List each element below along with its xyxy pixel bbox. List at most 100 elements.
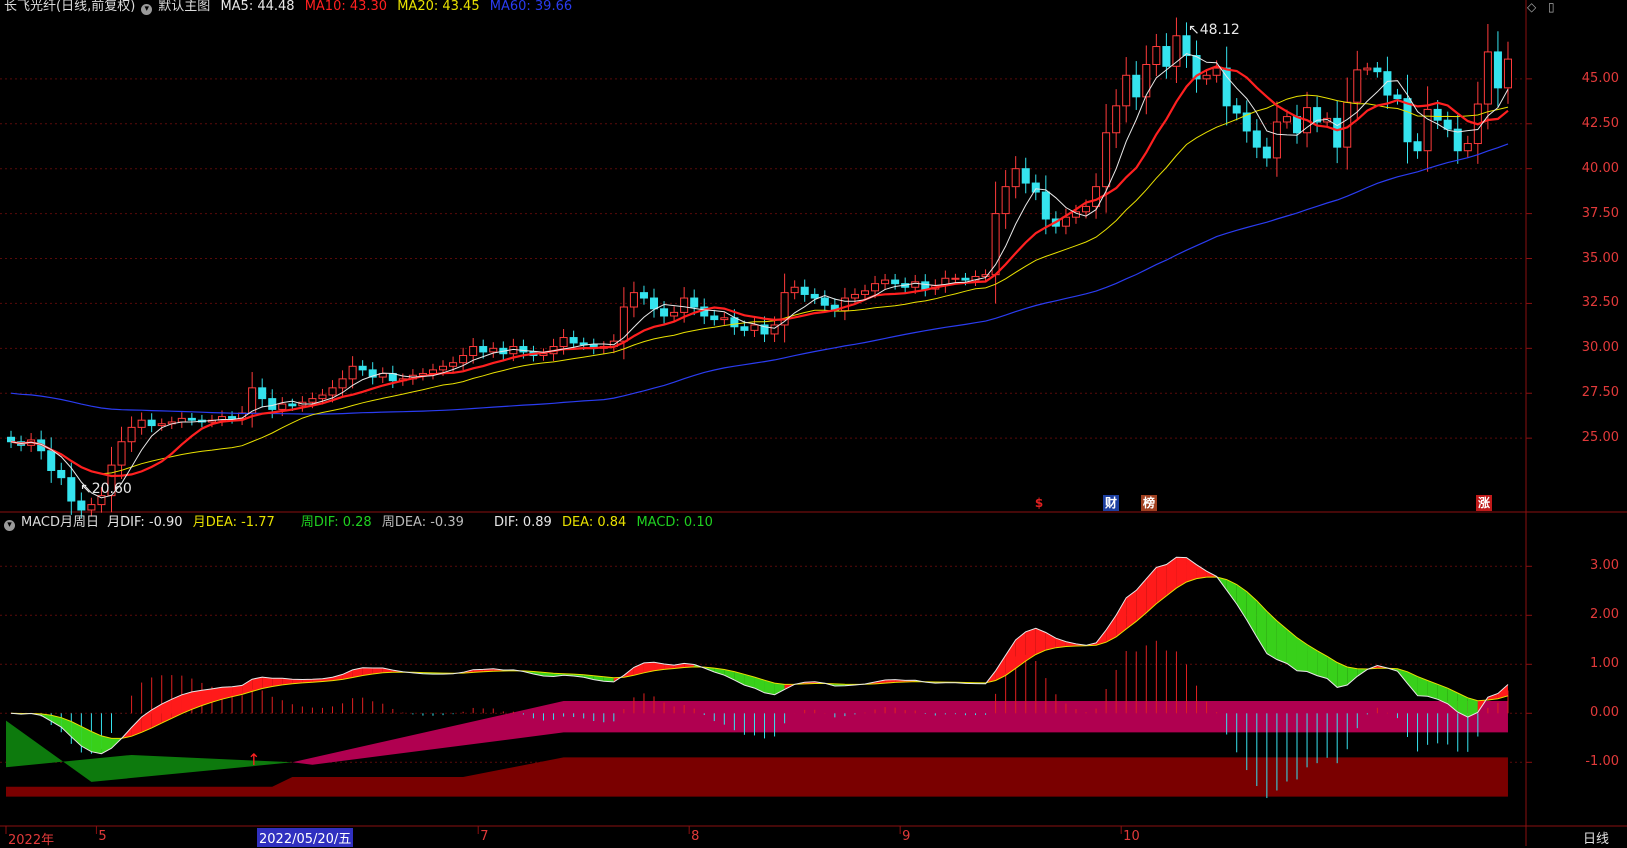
candle-body <box>1262 146 1271 159</box>
candle-body <box>1292 116 1302 134</box>
candle-body <box>258 387 267 400</box>
macd-ribbon <box>1296 637 1308 672</box>
window-icon[interactable]: ▯ <box>1548 0 1555 14</box>
chevron-down-icon[interactable]: ▾ <box>141 4 153 15</box>
candle-body <box>1413 141 1422 152</box>
macd-ribbon <box>1196 564 1207 579</box>
date-tick-label: 7 <box>480 829 489 844</box>
candle-body <box>47 450 56 471</box>
month-dea-label: 月DEA: -1.77 <box>192 515 275 530</box>
event-marker-ranking[interactable]: 榜 <box>1141 495 1157 511</box>
price-header: 长飞光纤(日线,前复权) ▾ 默认主图 MA5: 44.48 MA10: 43.30… <box>4 0 578 16</box>
candle-body <box>1031 182 1040 193</box>
chart-canvas[interactable]: ↑ <box>0 0 1627 846</box>
macd-ribbon <box>774 683 785 695</box>
candle-body <box>1433 108 1442 121</box>
diamond-icon[interactable]: ◇ <box>1527 0 1536 14</box>
macd-value-label: MACD: 0.10 <box>636 515 713 530</box>
candle-body <box>660 308 669 317</box>
candle-body <box>1162 46 1171 67</box>
high-value: 48.12 <box>1199 22 1240 38</box>
candle-body <box>1483 51 1492 105</box>
candle-body <box>147 419 156 427</box>
macd-ribbon <box>1025 628 1036 662</box>
ma10-label: MA10: 43.30 <box>304 0 388 14</box>
candle-body <box>1001 186 1010 215</box>
chart-stage[interactable]: ↑ 长飞光纤(日线,前复权) ▾ 默认主图 MA5: 44.48 MA10: 43.… <box>0 0 1627 848</box>
candle-body <box>1082 205 1091 213</box>
candle-body <box>790 286 799 294</box>
candle-body <box>850 293 859 299</box>
candle-body <box>1102 132 1111 188</box>
date-tick-label: 5 <box>98 829 107 844</box>
macd-ribbon <box>1015 631 1026 669</box>
candle-body <box>559 337 568 348</box>
macd-ribbon <box>1005 639 1016 676</box>
candle-body <box>449 362 458 367</box>
high-annotation: ↖48.12 <box>1188 22 1240 38</box>
macd-ribbon <box>1266 611 1277 660</box>
candle-body <box>479 346 488 353</box>
candle-body <box>961 277 970 281</box>
macd-ribbon <box>1246 591 1257 638</box>
candle-body <box>338 378 347 389</box>
info-circle-icon[interactable]: ▾ <box>4 520 15 531</box>
candle-body <box>881 279 890 285</box>
candle-body <box>439 365 448 371</box>
price-tick-label: 45.00 <box>1581 70 1619 86</box>
candle-body <box>187 417 196 421</box>
candle-body <box>740 326 749 331</box>
candle-body <box>67 477 76 502</box>
candle-body <box>268 398 277 410</box>
event-marker-finance[interactable]: 财 <box>1103 495 1119 511</box>
candle-body <box>1212 67 1221 76</box>
candle-body <box>228 416 237 419</box>
candle-body <box>248 387 257 414</box>
candle-body <box>1041 191 1050 220</box>
candle-body <box>750 324 759 331</box>
candle-body <box>1252 130 1261 148</box>
candle-body <box>1182 35 1191 57</box>
macd-tick-label: 0.00 <box>1590 705 1619 721</box>
candle-body <box>1092 186 1101 207</box>
week-dif-label: 周DIF: 0.28 <box>300 515 372 530</box>
date-tick-label: 9 <box>902 829 911 844</box>
candle-body <box>820 297 829 306</box>
macd-header: ▾ MACD月周日 月DIF: -0.90 月DEA: -1.77 周DIF: 0… <box>4 516 719 532</box>
candle-body <box>348 365 357 380</box>
event-marker-limit-up[interactable]: 涨 <box>1476 495 1492 511</box>
candle-body <box>1393 94 1402 100</box>
candle-body <box>278 403 287 410</box>
candle-body <box>459 355 468 364</box>
candle-body <box>1282 116 1291 123</box>
price-tick-label: 25.00 <box>1581 430 1619 446</box>
candle-body <box>137 419 146 428</box>
price-tick-label: 35.00 <box>1581 250 1619 266</box>
candle-body <box>489 347 498 353</box>
candle-body <box>1443 119 1452 130</box>
candle-body <box>1122 74 1131 107</box>
event-marker-dollar[interactable]: $ <box>1031 495 1047 511</box>
candle-body <box>810 293 819 299</box>
macd-tick-label: 2.00 <box>1590 607 1619 623</box>
period-label[interactable]: 日线 <box>1583 828 1609 847</box>
macd-ribbon <box>1307 644 1318 676</box>
candle-body <box>1353 69 1362 103</box>
ma20-label: MA20: 43.45 <box>397 0 480 14</box>
candle-body <box>569 337 578 344</box>
candle-body <box>1272 121 1281 159</box>
low-value: 20.60 <box>91 481 132 497</box>
ma10-line <box>10 65 1509 478</box>
candle-body <box>891 279 900 285</box>
candle-body <box>87 504 96 511</box>
candle-body <box>730 317 739 328</box>
candle-body <box>991 213 1000 276</box>
template-label[interactable]: 默认主图 <box>158 0 210 14</box>
candle-body <box>288 403 297 407</box>
macd-ribbon <box>1146 567 1157 613</box>
price-tick-label: 42.50 <box>1581 115 1619 131</box>
candle-body <box>619 306 628 342</box>
candle-body <box>639 292 648 299</box>
candle-body <box>308 398 317 403</box>
candle-body <box>318 394 327 400</box>
